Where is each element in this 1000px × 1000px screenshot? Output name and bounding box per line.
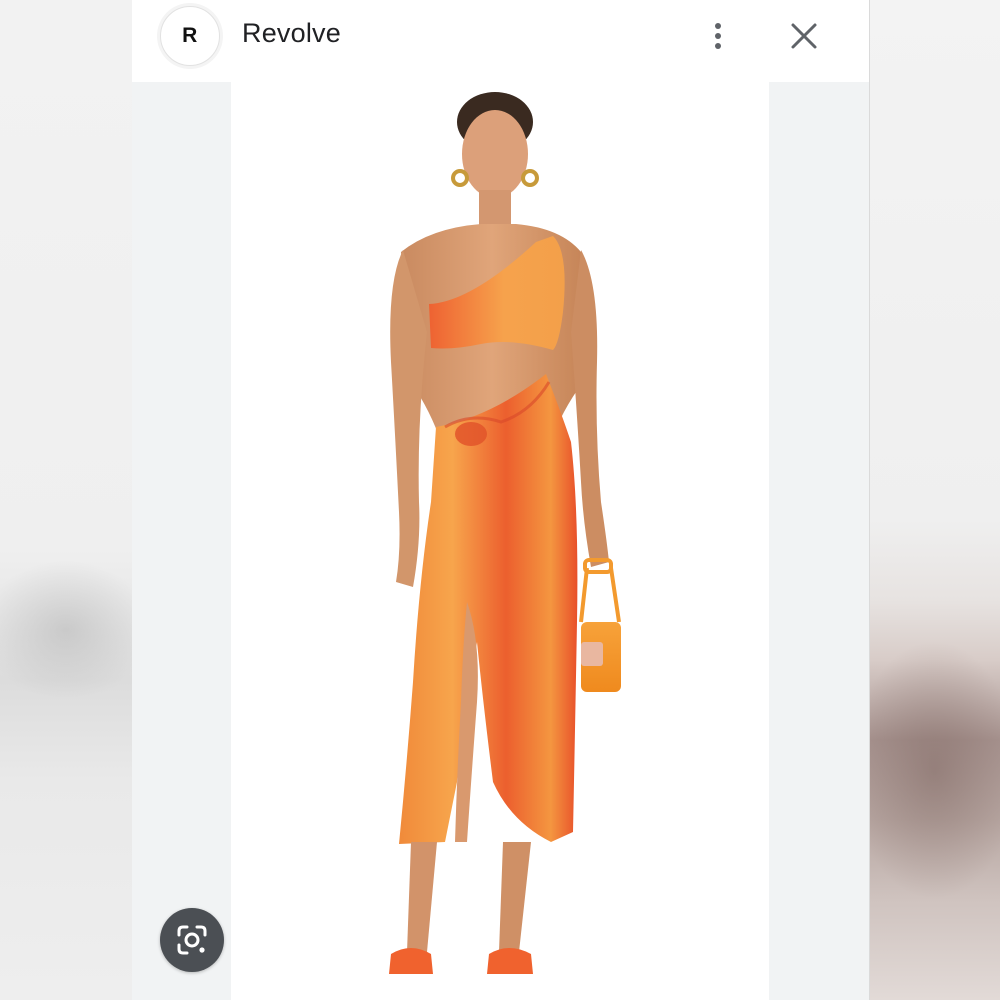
site-initial: R	[182, 24, 198, 47]
site-name[interactable]: Revolve	[242, 18, 341, 49]
more-vert-dot	[715, 43, 721, 49]
close-icon	[791, 23, 817, 49]
more-options-button[interactable]	[700, 14, 736, 58]
close-button[interactable]	[784, 16, 824, 56]
google-lens-icon	[177, 925, 207, 955]
google-lens-button[interactable]	[160, 908, 224, 972]
more-vert-icon	[715, 23, 721, 29]
more-vert-dot	[715, 33, 721, 39]
viewer-header: R Revolve	[132, 0, 869, 82]
blurred-backdrop-right	[869, 0, 1000, 1000]
blurred-backdrop-left	[0, 0, 132, 1000]
model-illustration	[389, 92, 621, 974]
site-logo[interactable]: R	[160, 6, 220, 66]
image-viewer	[132, 82, 869, 1000]
product-photo[interactable]	[231, 82, 769, 1000]
image-viewer-card: R Revolve	[132, 0, 870, 1000]
